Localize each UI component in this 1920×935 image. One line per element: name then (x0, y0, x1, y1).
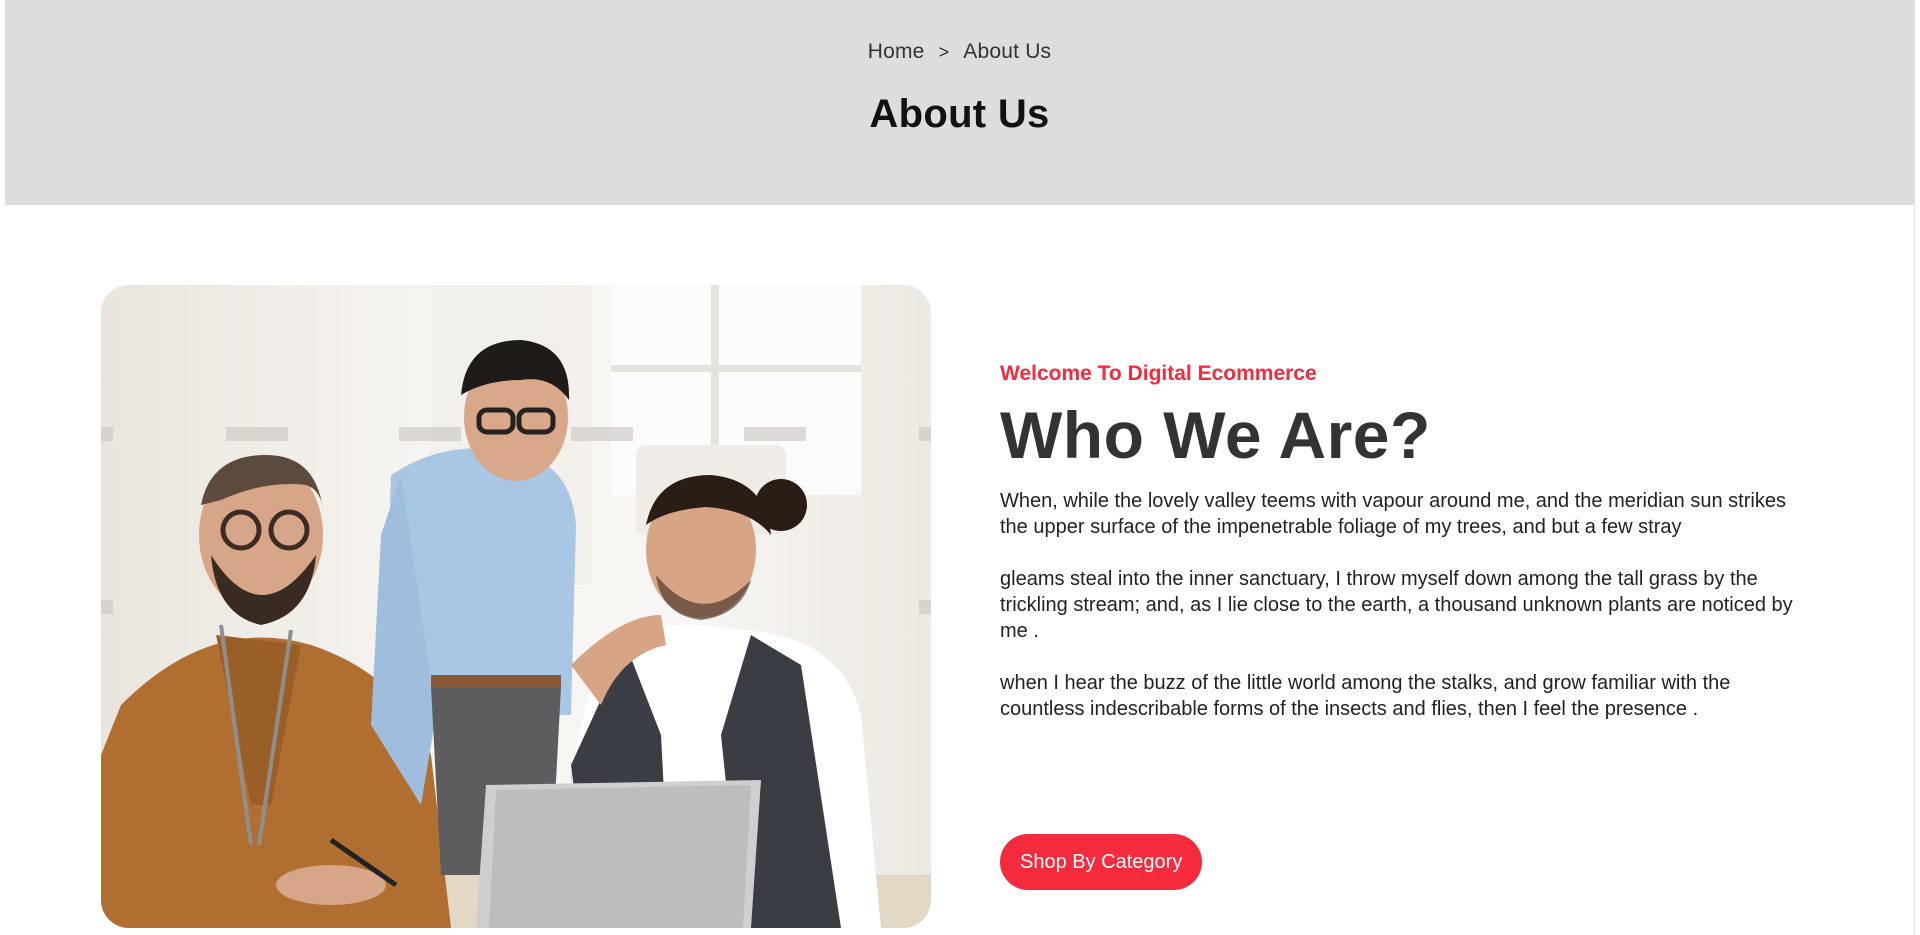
about-content: Welcome To Digital Ecommerce Who We Are?… (1000, 362, 1820, 722)
welcome-eyebrow: Welcome To Digital Ecommerce (1000, 362, 1317, 385)
page-banner: Home > About Us About Us (5, 0, 1914, 205)
page-frame: Home > About Us About Us Welcome To Digi… (5, 0, 1915, 935)
page-title: About Us (869, 92, 1050, 136)
section-heading: Who We Are? (1000, 398, 1431, 472)
breadcrumb-current: About Us (963, 40, 1052, 63)
about-paragraph-2: gleams steal into the inner sanctuary, I… (1000, 568, 1793, 642)
about-paragraph-3: when I hear the buzz of the little world… (1000, 672, 1731, 720)
breadcrumb-home-link[interactable]: Home (868, 40, 925, 63)
breadcrumb: Home > About Us (5, 40, 1914, 64)
team-meeting-photo (101, 285, 931, 928)
shop-by-category-button[interactable]: Shop By Category (1000, 834, 1203, 890)
breadcrumb-separator: > (938, 42, 950, 62)
about-paragraph-1: When, while the lovely valley teems with… (1000, 490, 1786, 538)
